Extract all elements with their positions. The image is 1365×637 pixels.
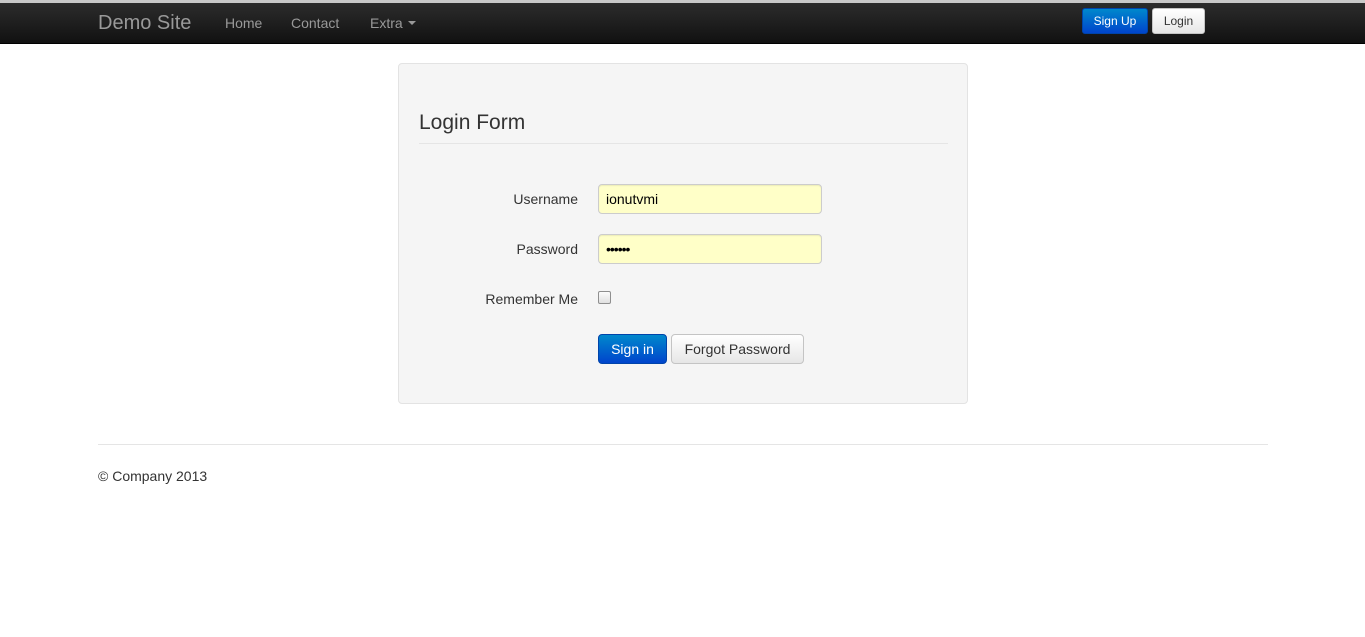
username-input[interactable]: ionutvmi	[598, 184, 822, 214]
remember-me-checkbox[interactable]	[598, 291, 611, 304]
caret-down-icon	[407, 21, 416, 26]
brand-link[interactable]: Demo Site	[98, 11, 191, 35]
form-title: Login Form	[419, 111, 948, 144]
nav-link-home[interactable]: Home	[225, 15, 262, 32]
login-nav-button[interactable]: Login	[1152, 8, 1205, 34]
password-input[interactable]: ••••••	[598, 234, 822, 264]
forgot-password-button[interactable]: Forgot Password	[671, 334, 804, 364]
navbar: Demo Site Home Contact Extra Sign Up Log…	[0, 3, 1365, 44]
nav-link-extra-label: Extra	[370, 15, 403, 31]
login-form-panel: Login Form Username ionutvmi Password ••…	[398, 63, 968, 404]
footer-copyright: © Company 2013	[98, 468, 208, 484]
sign-in-button[interactable]: Sign in	[598, 334, 667, 364]
nav-link-contact[interactable]: Contact	[291, 15, 339, 32]
remember-me-label: Remember Me	[485, 291, 578, 307]
nav-dropdown-extra[interactable]: Extra	[370, 15, 416, 32]
username-label: Username	[513, 191, 578, 207]
footer-divider	[98, 444, 1268, 445]
password-label: Password	[516, 241, 578, 257]
signup-button[interactable]: Sign Up	[1082, 8, 1148, 34]
